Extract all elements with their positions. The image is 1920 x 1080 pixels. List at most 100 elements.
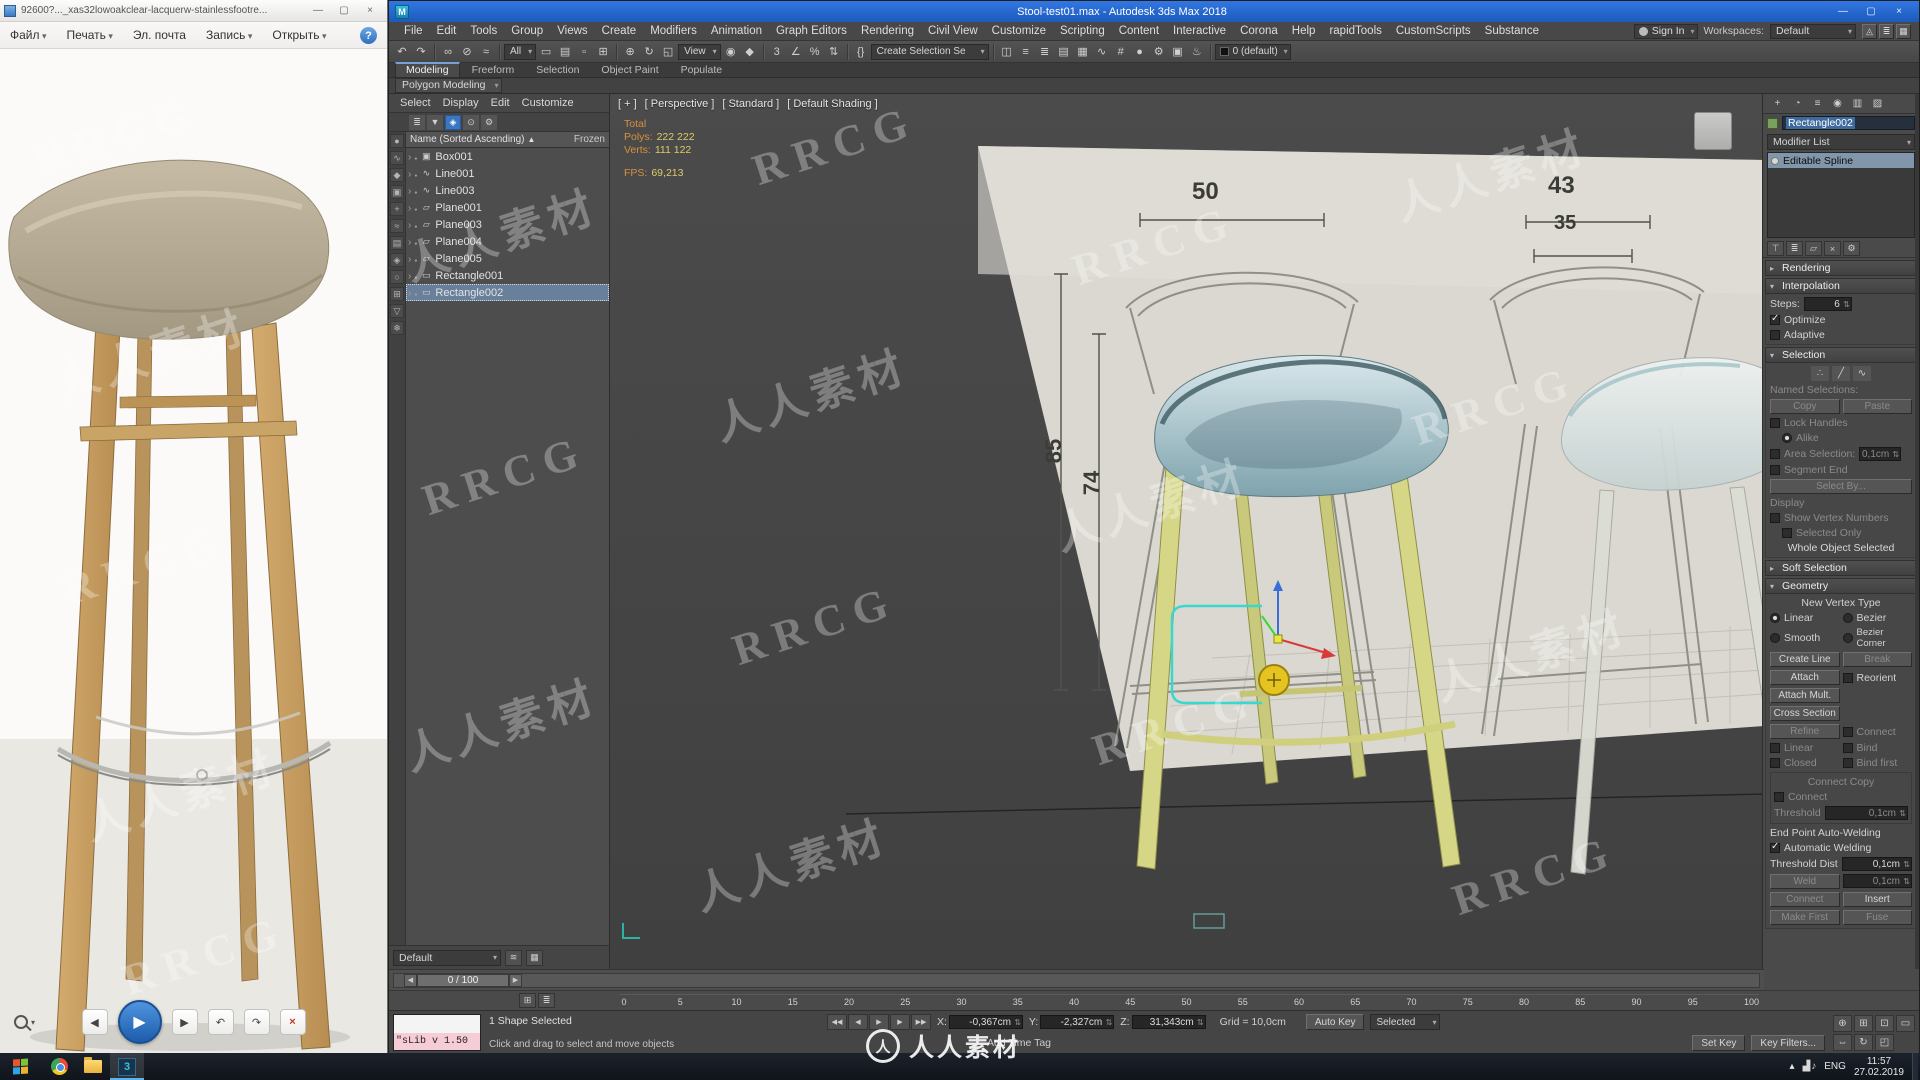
align-icon[interactable]: ≡	[1017, 43, 1035, 61]
toggle-layer-explorer-icon[interactable]: ▤	[1055, 43, 1073, 61]
expand-icon[interactable]	[408, 168, 411, 180]
automatic-welding-checkbox[interactable]	[1770, 841, 1780, 853]
go-to-end-icon[interactable]: ▶▶	[911, 1014, 931, 1030]
strip-bones-icon[interactable]: ○	[390, 270, 404, 284]
paste-button[interactable]: Paste	[1842, 399, 1912, 414]
maximize-button[interactable]: ▢	[331, 3, 357, 19]
show-end-result-icon[interactable]: ≣	[1786, 241, 1803, 256]
make-first-button[interactable]: Make First	[1770, 910, 1840, 925]
show-vertex-numbers-checkbox[interactable]	[1770, 513, 1780, 523]
scene-object-row[interactable]: ▱ Plane003	[406, 216, 609, 233]
use-pivot-center-icon[interactable]: ◉	[722, 43, 740, 61]
pan-icon[interactable]: ⇔	[1833, 1033, 1852, 1051]
expand-icon[interactable]	[408, 151, 411, 163]
orbit-icon[interactable]: ↻	[1854, 1033, 1873, 1051]
ribbon-tab[interactable]: Selection	[526, 64, 589, 77]
expand-icon[interactable]	[408, 236, 411, 248]
modifier-list-dropdown[interactable]: Modifier List	[1767, 134, 1915, 150]
chrome-taskbar-icon[interactable]	[42, 1053, 76, 1080]
menu-item[interactable]: Animation	[704, 25, 769, 37]
3dsmax-taskbar-icon[interactable]: 3	[110, 1053, 144, 1080]
viewport-plus-menu[interactable]: [ + ]	[618, 98, 637, 110]
max-titlebar[interactable]: M Stool-test01.max - Autodesk 3ds Max 20…	[389, 1, 1919, 22]
select-and-scale-icon[interactable]: ◱	[659, 43, 677, 61]
strip-helpers-icon[interactable]: +	[390, 202, 404, 216]
active-layer-field[interactable]: 0 (default)	[1214, 43, 1291, 60]
menu-item[interactable]: Tools	[463, 25, 504, 37]
segment-end-checkbox[interactable]	[1770, 465, 1780, 475]
reorient-checkbox[interactable]	[1842, 672, 1853, 683]
grid-toggle-icon[interactable]: ▦	[1896, 23, 1911, 39]
frame-tick[interactable]: 50	[1181, 997, 1191, 1007]
percent-snap-icon[interactable]: %	[806, 43, 824, 61]
menu-item[interactable]: Create	[595, 25, 644, 37]
perspective-viewport[interactable]: [ + ] [ Perspective ] [ Standard ] [ Def…	[610, 94, 1764, 969]
close-button[interactable]: ×	[1885, 3, 1913, 20]
start-button[interactable]	[0, 1053, 42, 1080]
scene-object-row[interactable]: ▱ Plane004	[406, 233, 609, 250]
photo-viewer-menu-item[interactable]: Печать	[67, 28, 115, 42]
menu-item[interactable]: Edit	[430, 25, 464, 37]
ribbon-tab[interactable]: Populate	[671, 64, 732, 77]
frame-tick[interactable]: 75	[1463, 997, 1473, 1007]
menu-item[interactable]: File	[397, 25, 430, 37]
spinner-snap-icon[interactable]: ⇅	[825, 43, 843, 61]
expand-icon[interactable]	[408, 185, 411, 197]
frame-tick[interactable]: 25	[900, 997, 910, 1007]
workspace-dropdown[interactable]: Default	[1770, 23, 1856, 39]
key-filters-button[interactable]: Key Filters...	[1751, 1035, 1825, 1051]
viewcube[interactable]	[1694, 112, 1732, 150]
menu-item[interactable]: Substance	[1478, 25, 1546, 37]
frame-tick[interactable]: 30	[956, 997, 966, 1007]
select-and-move-icon[interactable]: ⊕	[621, 43, 639, 61]
adaptive-checkbox[interactable]	[1770, 330, 1780, 340]
volume-icon[interactable]: ♪	[1811, 1061, 1816, 1072]
frame-tick[interactable]: 65	[1350, 997, 1360, 1007]
linear-checkbox[interactable]	[1770, 743, 1780, 753]
y-coordinate-field[interactable]: -2,327cm	[1040, 1015, 1115, 1029]
insert-button[interactable]: Insert	[1842, 892, 1912, 907]
zoom-control[interactable]: ▾	[14, 1015, 35, 1029]
frame-tick[interactable]: 35	[1013, 997, 1023, 1007]
smooth-radio[interactable]	[1770, 633, 1780, 643]
go-to-start-icon[interactable]: ◀◀	[827, 1014, 847, 1030]
minimize-button[interactable]: —	[305, 3, 331, 19]
time-slider-handle[interactable]: ◀ 0 / 100 ▶	[404, 973, 522, 987]
attach-button[interactable]: Attach	[1770, 670, 1840, 685]
select-and-link-icon[interactable]: ∞	[439, 43, 457, 61]
menu-item[interactable]: Customize	[985, 25, 1053, 37]
frame-tick[interactable]: 95	[1688, 997, 1698, 1007]
display-layers-icon[interactable]: ≣	[1879, 23, 1894, 39]
slideshow-button[interactable]: ▶	[117, 1000, 162, 1044]
z-coordinate-field[interactable]: 31,343cm	[1131, 1015, 1206, 1029]
select-and-manipulate-icon[interactable]: ◆	[741, 43, 759, 61]
explorer-menu-item[interactable]: Customize	[517, 97, 579, 109]
scene-object-row[interactable]: ∿ Line003	[406, 182, 609, 199]
connect-button[interactable]: Connect	[1770, 892, 1840, 907]
photo-viewer-titlebar[interactable]: 92600?..._xas32lowoakclear-lacquerw-stai…	[0, 0, 387, 22]
visibility-dot-icon[interactable]	[414, 168, 417, 180]
select-object-icon[interactable]: ▭	[537, 43, 555, 61]
menu-item[interactable]: Graph Editors	[769, 25, 854, 37]
polygon-modeling-tab[interactable]: Polygon Modeling	[395, 78, 503, 93]
menu-item[interactable]: Corona	[1233, 25, 1285, 37]
hierarchy-tab-icon[interactable]: ≡	[1809, 96, 1826, 112]
utilities-tab-icon[interactable]: ▨	[1869, 96, 1886, 112]
strip-xrefs-icon[interactable]: ◈	[390, 253, 404, 267]
photo-viewer-menu-item[interactable]: Эл. почта	[133, 28, 188, 42]
language-indicator[interactable]: ENG	[1824, 1061, 1846, 1072]
create-tab-icon[interactable]: +	[1769, 96, 1786, 112]
object-name-field[interactable]: Rectangle002	[1782, 116, 1915, 130]
previous-frame-icon[interactable]: ◀	[848, 1014, 868, 1030]
strip-frozen-icon[interactable]: ❄	[390, 321, 404, 335]
auto-key-button[interactable]: Auto Key	[1305, 1014, 1365, 1030]
network-icon[interactable]: ▟	[1803, 1061, 1811, 1072]
refine-connect-checkbox[interactable]	[1842, 726, 1853, 737]
key-mode-dropdown[interactable]: Selected	[1370, 1014, 1441, 1030]
explorer-lock-button[interactable]: ≋	[505, 949, 522, 966]
area-selection-spinner[interactable]: 0,1cm	[1859, 447, 1902, 461]
menu-item[interactable]: CustomScripts	[1389, 25, 1478, 37]
ribbon-tab[interactable]: Freeform	[462, 64, 525, 77]
select-by-name-icon[interactable]: ▤	[556, 43, 574, 61]
mirror-icon[interactable]: ◫	[998, 43, 1016, 61]
